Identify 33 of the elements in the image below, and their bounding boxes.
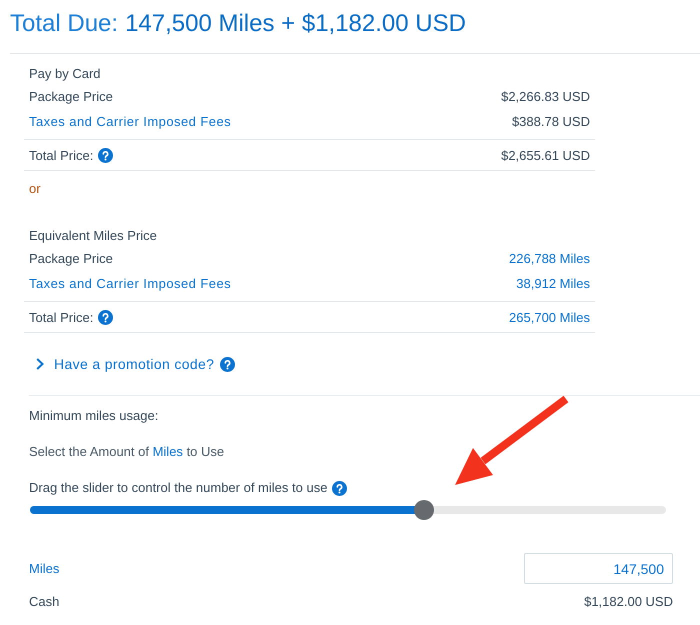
total-price-label: Total Price: <box>29 310 94 324</box>
help-icon[interactable] <box>332 480 348 496</box>
fees-link[interactable]: Taxes and Carrier Imposed Fees <box>29 114 232 129</box>
price-value: 226,788 Miles <box>509 251 590 266</box>
miles-slider-track[interactable] <box>30 500 666 520</box>
total-price-label: Total Price: <box>29 148 94 162</box>
price-value: $2,266.83 USD <box>501 89 590 104</box>
help-icon[interactable] <box>220 356 236 372</box>
or-separator: or <box>28 180 42 198</box>
slider-instruction: Drag the slider to control the number of miles to use <box>29 479 328 497</box>
chevron-icon[interactable] <box>36 358 44 370</box>
total-due-label: Total Due: <box>10 10 118 38</box>
total-price-value: 265,700 Miles <box>509 310 590 324</box>
help-icon[interactable] <box>98 148 114 162</box>
miles-link[interactable]: Miles <box>152 444 183 459</box>
cash-value: $1,182.00 USD <box>584 594 673 608</box>
slider-thumb[interactable] <box>414 500 434 520</box>
price-value: $388.78 USD <box>512 114 590 129</box>
miles-label: Miles <box>29 561 60 576</box>
total-price-value: $2,655.61 USD <box>501 148 590 162</box>
select-amount-text: Select the Amount of Miles to Use <box>29 443 226 461</box>
total-due-amount: 147,500 Miles + $1,182.00 USD <box>125 10 466 38</box>
price-label: Package Price <box>29 251 113 266</box>
miles-input[interactable]: 147,500 <box>524 553 673 584</box>
promo-code-link[interactable]: Have a promotion code? <box>54 356 214 372</box>
price-label: Package Price <box>29 89 113 104</box>
price-value: 38,912 Miles <box>516 276 590 291</box>
cash-label: Cash <box>29 594 60 608</box>
help-icon[interactable] <box>98 310 114 324</box>
minimum-miles-label: Minimum miles usage: <box>29 407 160 425</box>
fees-link[interactable]: Taxes and Carrier Imposed Fees <box>29 276 232 291</box>
section-heading: Pay by Card <box>28 65 102 83</box>
section-heading: Equivalent Miles Price <box>28 227 158 245</box>
